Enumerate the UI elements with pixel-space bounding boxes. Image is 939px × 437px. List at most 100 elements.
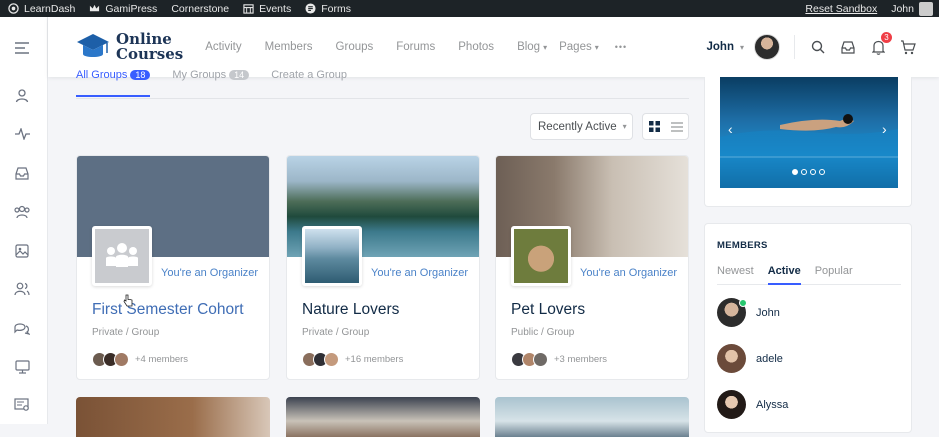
slider-dot[interactable] (810, 169, 816, 175)
tab-all-groups[interactable]: All Groups 18 (76, 69, 151, 97)
profile-icon[interactable] (13, 87, 31, 105)
sort-select[interactable]: Recently Active ▾ (530, 113, 633, 140)
logo-text: Online Courses (116, 32, 183, 62)
group-title[interactable]: First Semester Cohort (92, 301, 244, 319)
member-row[interactable]: adele (717, 344, 783, 373)
group-avatar[interactable] (92, 226, 152, 286)
organizer-role: You're an Organizer (371, 267, 469, 279)
nav-blog-label: Blog (517, 41, 541, 53)
group-card[interactable] (76, 397, 270, 437)
main-content: All Groups 18 My Groups 14 Create a Group … (48, 69, 939, 437)
adminbar-cornerstone[interactable]: Cornerstone (171, 3, 229, 15)
group-members[interactable]: +3 members (511, 351, 607, 368)
chevron-left-icon[interactable]: ‹ (728, 121, 733, 137)
graduation-cap-icon (77, 34, 109, 57)
groups-icon[interactable] (13, 203, 31, 221)
group-avatar[interactable] (302, 226, 362, 286)
tab-all-groups-label: All Groups (76, 69, 128, 81)
adminbar-user[interactable]: John (891, 1, 933, 16)
slider-dot[interactable] (801, 169, 807, 175)
main-nav: Activity Members Groups Forums Photos Bl… (205, 41, 650, 53)
notification-badge: 3 (881, 32, 892, 43)
group-card[interactable] (286, 397, 480, 437)
header-divider (794, 35, 795, 59)
group-members[interactable]: +16 members (302, 351, 403, 368)
notifications-bell-icon[interactable]: 3 (869, 32, 892, 56)
member-avatar (533, 352, 548, 367)
slider-dot[interactable] (792, 169, 798, 175)
slider-image: ‹ › (720, 77, 898, 188)
nav-members[interactable]: Members (265, 41, 313, 53)
search-icon[interactable] (809, 38, 827, 56)
member-avatar (717, 298, 747, 327)
nav-activity[interactable]: Activity (205, 41, 241, 53)
member-row[interactable]: John (717, 298, 780, 327)
tab-active[interactable]: Active (767, 265, 801, 285)
site-header: Online Courses Activity Members Groups F… (48, 17, 939, 77)
adminbar-events[interactable]: Events (243, 3, 291, 15)
group-card[interactable]: You're an Organizer Pet Lovers Public / … (495, 155, 689, 380)
member-avatar (717, 344, 746, 373)
group-avatar[interactable] (511, 226, 571, 286)
cart-icon[interactable] (899, 38, 917, 56)
adminbar-gamipress[interactable]: GamiPress (89, 3, 157, 15)
header-avatar[interactable] (754, 34, 780, 60)
forms-icon (305, 3, 316, 14)
site-logo[interactable]: Online Courses (76, 32, 183, 62)
forums-icon[interactable] (13, 319, 31, 337)
chevron-down-icon[interactable]: ▾ (740, 43, 744, 52)
reset-sandbox-link[interactable]: Reset Sandbox (805, 3, 877, 15)
group-card[interactable]: You're an Organizer Nature Lovers Privat… (286, 155, 480, 380)
tab-popular[interactable]: Popular (815, 265, 853, 284)
member-avatar (114, 352, 129, 367)
adminbar-gamipress-label: GamiPress (105, 2, 158, 15)
adminbar-learndash[interactable]: LearnDash (8, 3, 75, 15)
nav-groups[interactable]: Groups (336, 41, 374, 53)
tab-create-group[interactable]: Create a Group (271, 69, 347, 81)
list-view-icon[interactable] (666, 114, 689, 139)
adminbar-events-label: Events (259, 2, 292, 15)
calendar-icon (243, 4, 254, 14)
nav-pages-label: Pages (559, 41, 592, 53)
menu-toggle-icon[interactable] (13, 39, 31, 57)
admin-bar: LearnDash GamiPress Cornerstone Events F… (0, 0, 939, 17)
courses-monitor-icon[interactable] (13, 358, 31, 376)
adminbar-learndash-label: LearnDash (24, 2, 76, 15)
organizer-role: You're an Organizer (161, 267, 259, 279)
members-icon[interactable] (13, 280, 31, 298)
tab-newest[interactable]: Newest (717, 265, 754, 284)
group-members[interactable]: +4 members (92, 351, 188, 368)
tab-my-groups[interactable]: My Groups 14 (172, 69, 250, 81)
photos-icon[interactable] (13, 242, 31, 260)
nav-blog[interactable]: Blog ▾ (517, 41, 547, 53)
chevron-down-icon: ▾ (543, 43, 548, 52)
group-card[interactable]: You're an Organizer First Semester Cohor… (76, 155, 270, 380)
tab-my-groups-label: My Groups (172, 69, 227, 81)
group-card[interactable] (495, 397, 689, 437)
members-widget-tabs: Newest Active Popular (717, 265, 901, 285)
header-user-name[interactable]: John (707, 41, 734, 53)
member-avatar (324, 352, 339, 367)
member-avatar (717, 390, 746, 419)
nav-forums[interactable]: Forums (396, 41, 435, 53)
chevron-right-icon[interactable]: › (882, 121, 887, 137)
group-title[interactable]: Nature Lovers (302, 301, 399, 319)
nav-pages[interactable]: Pages ▾ (559, 41, 599, 53)
nav-more[interactable]: ••• (615, 42, 627, 52)
members-count: +16 members (345, 354, 404, 365)
certificate-icon[interactable] (13, 396, 31, 414)
member-name: Alyssa (756, 398, 789, 411)
adminbar-user-label: John (891, 2, 914, 15)
nav-photos[interactable]: Photos (458, 41, 494, 53)
adminbar-forms[interactable]: Forms (305, 3, 351, 15)
grid-view-icon[interactable] (643, 114, 666, 139)
chevron-down-icon: ▾ (622, 122, 627, 131)
learndash-icon (8, 3, 19, 14)
activity-icon[interactable] (13, 125, 31, 143)
online-status-dot (739, 299, 747, 307)
slider-dot[interactable] (819, 169, 825, 175)
inbox-icon[interactable] (13, 164, 31, 182)
member-row[interactable]: Alyssa (717, 390, 788, 419)
messages-inbox-icon[interactable] (839, 38, 857, 56)
group-title[interactable]: Pet Lovers (511, 301, 585, 319)
